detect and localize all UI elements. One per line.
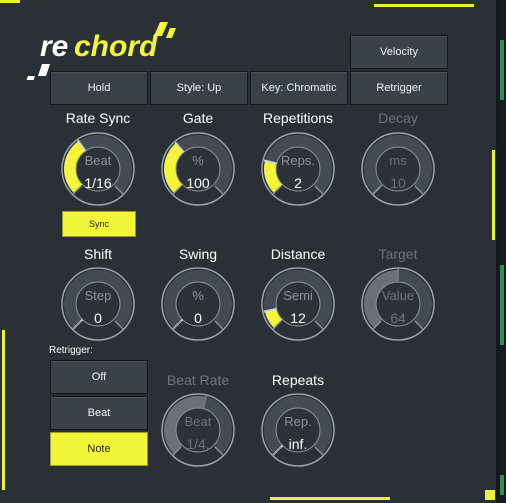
swing-knob[interactable]: % 0 — [160, 266, 236, 342]
corner-accent-tl — [0, 0, 20, 3]
decay-knob[interactable]: ms 10 — [360, 131, 436, 207]
decay-label: Decay — [378, 110, 418, 126]
shift-unit: Step — [84, 288, 112, 303]
rate-sync-value: 1/16 — [84, 175, 112, 191]
rechord-panel: re chord Hold Style: Up Key: Chromatic V… — [0, 0, 498, 503]
repetitions-unit: Reps. — [281, 153, 315, 168]
corner-accent-left — [2, 330, 5, 490]
style-button[interactable]: Style: Up — [150, 71, 248, 105]
beat-rate-value: 1/4. — [186, 436, 210, 452]
target-unit: Value — [381, 288, 415, 303]
beat-rate-knob[interactable]: Beat 1/4. — [160, 392, 236, 468]
corner-accent-br — [485, 490, 495, 500]
repeats-value: inf. — [288, 436, 308, 452]
velocity-button[interactable]: Velocity — [350, 35, 448, 69]
distance-label: Distance — [270, 246, 326, 262]
hold-button[interactable]: Hold — [50, 71, 148, 105]
corner-accent-bl — [270, 497, 390, 500]
repetitions-value: 2 — [294, 175, 302, 191]
swing-value: 0 — [194, 310, 202, 326]
target-value: 64 — [390, 310, 406, 326]
shift-label: Shift — [83, 246, 112, 262]
beat-rate-label: Beat Rate — [166, 372, 230, 388]
gate-label: Gate — [182, 110, 214, 126]
swing-unit: % — [192, 288, 204, 303]
gate-knob[interactable]: % 100 — [160, 131, 236, 207]
rate-sync-unit: Beat — [84, 153, 112, 168]
host-scroll-strip — [498, 0, 506, 503]
logo-re: re — [40, 30, 68, 63]
rate-sync-label: Rate Sync — [65, 110, 131, 126]
repeats-knob[interactable]: Rep. inf. — [260, 392, 336, 468]
decay-unit: ms — [389, 153, 407, 168]
gate-value: 100 — [186, 175, 210, 191]
target-label: Target — [378, 246, 418, 262]
retrigger-button[interactable]: Retrigger — [350, 71, 448, 105]
key-button[interactable]: Key: Chromatic — [250, 71, 348, 105]
retrigger-beat-button[interactable]: Beat — [50, 396, 148, 430]
rate-sync-knob[interactable]: Beat 1/16 — [60, 131, 136, 207]
beat-rate-unit: Beat — [184, 414, 212, 429]
corner-accent-tr — [374, 4, 474, 7]
swing-label: Swing — [178, 246, 218, 262]
retrigger-off-button[interactable]: Off — [50, 360, 148, 394]
distance-knob[interactable]: Semi 12 — [260, 266, 336, 342]
repeats-label: Repeats — [271, 372, 325, 388]
decay-value: 10 — [390, 175, 406, 191]
distance-unit: Semi — [283, 288, 313, 303]
distance-value: 12 — [290, 310, 306, 326]
target-knob[interactable]: Value 64 — [360, 266, 436, 342]
repetitions-label: Repetitions — [262, 110, 334, 126]
sync-button[interactable]: Sync — [62, 211, 136, 237]
corner-accent-right — [492, 150, 495, 240]
gate-unit: % — [192, 153, 204, 168]
shift-knob[interactable]: Step 0 — [60, 266, 136, 342]
retrigger-label: Retrigger: — [49, 345, 93, 356]
retrigger-note-button[interactable]: Note — [50, 432, 148, 466]
shift-value: 0 — [94, 310, 102, 326]
logo-chord: chord — [74, 30, 158, 63]
repeats-unit: Rep. — [284, 414, 312, 429]
repetitions-knob[interactable]: Reps. 2 — [260, 131, 336, 207]
